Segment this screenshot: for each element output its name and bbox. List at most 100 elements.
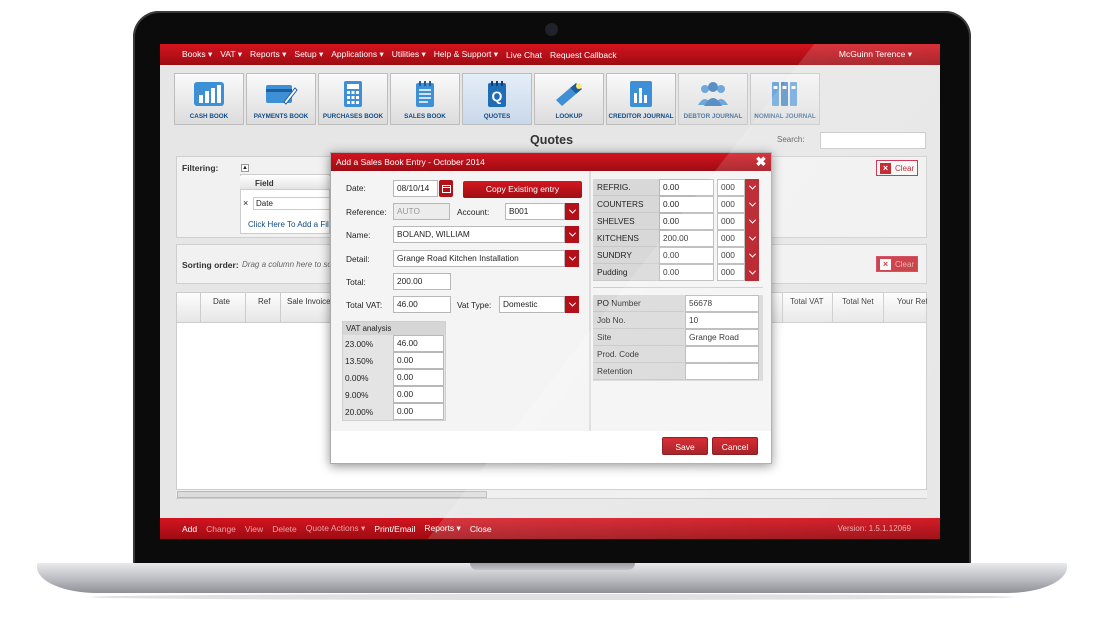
chevron-down-icon[interactable] xyxy=(745,196,759,213)
extra-field-label: Retention xyxy=(593,363,684,380)
menu-vat[interactable]: VAT ▾ xyxy=(220,49,242,60)
vat-rate-input[interactable]: 46.00 xyxy=(393,335,444,352)
chevron-down-icon[interactable] xyxy=(745,264,759,281)
category-code-select[interactable]: 000 xyxy=(717,247,745,264)
chevron-down-icon[interactable] xyxy=(565,250,579,267)
chevron-down-icon[interactable] xyxy=(745,230,759,247)
scrollbar-thumb[interactable] xyxy=(177,491,487,498)
collapse-up-icon[interactable]: ▲ xyxy=(241,164,249,172)
add-filter-link[interactable]: Click Here To Add a Fil xyxy=(248,220,330,229)
category-amount-input[interactable]: 0.00 xyxy=(659,247,714,264)
col-total-vat[interactable]: Total VAT xyxy=(790,297,824,306)
chevron-down-icon[interactable] xyxy=(565,203,579,220)
horizontal-scrollbar[interactable] xyxy=(176,489,927,498)
menu-live-chat[interactable]: Live Chat xyxy=(506,50,542,60)
toolbar-cash-book[interactable]: CASH BOOK xyxy=(174,73,244,125)
dialog-title: Add a Sales Book Entry - October 2014 xyxy=(331,153,771,171)
category-amount-input[interactable]: 0.00 xyxy=(659,264,714,281)
category-code-select[interactable]: 000 xyxy=(717,230,745,247)
menu-applications[interactable]: Applications ▾ xyxy=(331,49,383,60)
category-code-select[interactable]: 000 xyxy=(717,213,745,230)
vat-type-select[interactable]: Domestic xyxy=(499,296,565,313)
vat-rate-input[interactable]: 0.00 xyxy=(393,403,444,420)
chevron-down-icon[interactable] xyxy=(745,213,759,230)
category-code-select[interactable]: 000 xyxy=(717,179,745,196)
col-your-ref[interactable]: Your Ref xyxy=(897,297,927,306)
cancel-button[interactable]: Cancel xyxy=(712,437,758,455)
toolbar-lookup[interactable]: LOOKUP xyxy=(534,73,604,125)
card-pen-icon xyxy=(263,79,299,109)
col-ref[interactable]: Ref xyxy=(258,297,270,306)
action-reports[interactable]: Reports ▾ xyxy=(424,523,460,534)
total-input[interactable]: 200.00 xyxy=(393,273,451,290)
toolbar-sales-book[interactable]: SALES BOOK xyxy=(390,73,460,125)
close-icon[interactable]: ✖ xyxy=(754,155,768,169)
quotes-notepad-icon: Q xyxy=(479,79,515,109)
action-close[interactable]: Close xyxy=(470,524,492,534)
chevron-down-icon[interactable] xyxy=(745,179,759,196)
vat-rate-label: 9.00% xyxy=(345,390,369,400)
retention-input[interactable] xyxy=(685,363,759,380)
chevron-down-icon[interactable] xyxy=(745,247,759,264)
sorting-label: Sorting order: xyxy=(182,260,239,270)
action-print-email[interactable]: Print/Email xyxy=(374,524,415,534)
action-add[interactable]: Add xyxy=(182,524,197,534)
reference-input[interactable]: AUTO xyxy=(393,203,450,220)
category-amount-input[interactable]: 200.00 xyxy=(659,230,714,247)
sorting-clear-button[interactable]: × Clear xyxy=(876,256,918,272)
site-input[interactable]: Grange Road xyxy=(685,329,759,346)
action-delete[interactable]: Delete xyxy=(272,524,297,534)
col-sale-invoice[interactable]: Sale Invoice xyxy=(287,297,331,306)
extra-field-label: Prod. Code xyxy=(593,346,684,363)
toolbar-payments-book[interactable]: PAYMENTS BOOK xyxy=(246,73,316,125)
filter-clear-button[interactable]: × Clear xyxy=(876,160,918,176)
toolbar-quotes[interactable]: Q QUOTES xyxy=(462,73,532,125)
vat-rate-input[interactable]: 0.00 xyxy=(393,369,444,386)
total-vat-input[interactable]: 46.00 xyxy=(393,296,451,313)
remove-filter-icon[interactable]: × xyxy=(243,198,248,208)
action-change[interactable]: Change xyxy=(206,524,236,534)
toolbar-label: QUOTES xyxy=(483,113,511,120)
action-view[interactable]: View xyxy=(245,524,263,534)
chevron-down-icon[interactable] xyxy=(565,296,579,313)
prod-code-input[interactable] xyxy=(685,346,759,363)
menu-books[interactable]: Books ▾ xyxy=(182,49,212,60)
flashlight-icon xyxy=(551,79,587,109)
category-code-select[interactable]: 000 xyxy=(717,264,745,281)
search-input[interactable] xyxy=(820,132,926,149)
account-select[interactable]: B001 xyxy=(505,203,565,220)
action-quote-actions[interactable]: Quote Actions ▾ xyxy=(306,523,366,534)
toolbar-nominal-journal[interactable]: NOMINAL JOURNAL xyxy=(750,73,820,125)
extra-field-label: Site xyxy=(593,329,684,346)
col-total-net[interactable]: Total Net xyxy=(842,297,874,306)
save-button[interactable]: Save xyxy=(662,437,708,455)
toolbar-creditor-journal[interactable]: CREDITOR JOURNAL xyxy=(606,73,676,125)
po-number-input[interactable]: 56678 xyxy=(685,295,759,312)
user-menu[interactable]: McGuinn Terence ▾ xyxy=(839,49,912,60)
menu-setup[interactable]: Setup ▾ xyxy=(294,49,323,60)
job-no-input[interactable]: 10 xyxy=(685,312,759,329)
col-date[interactable]: Date xyxy=(213,297,230,306)
laptop-mockup: Books ▾ VAT ▾ Reports ▾ Setup ▾ Applicat… xyxy=(0,0,1103,620)
category-amount-input[interactable]: 0.00 xyxy=(659,196,714,213)
vat-rate-input[interactable]: 0.00 xyxy=(393,352,444,369)
date-input[interactable]: 08/10/14 xyxy=(393,180,438,197)
toolbar-label: CASH BOOK xyxy=(189,113,229,120)
category-amount-input[interactable]: 0.00 xyxy=(659,179,714,196)
page-title: Quotes xyxy=(530,133,574,147)
toolbar-purchases-book[interactable]: PURCHASES BOOK xyxy=(318,73,388,125)
menu-utilities[interactable]: Utilities ▾ xyxy=(392,49,426,60)
chevron-down-icon[interactable] xyxy=(565,226,579,243)
category-code-select[interactable]: 000 xyxy=(717,196,745,213)
menu-request-callback[interactable]: Request Callback xyxy=(550,50,617,60)
copy-existing-entry-button[interactable]: Copy Existing entry xyxy=(463,181,582,198)
vat-rate-input[interactable]: 0.00 xyxy=(393,386,444,403)
menu-reports[interactable]: Reports ▾ xyxy=(250,49,286,60)
name-select[interactable]: BOLAND, WILLIAM xyxy=(393,226,565,243)
filter-row-field[interactable]: Date xyxy=(253,197,330,210)
menu-help-support[interactable]: Help & Support ▾ xyxy=(434,49,498,60)
detail-select[interactable]: Grange Road Kitchen Installation xyxy=(393,250,565,267)
calendar-icon[interactable] xyxy=(439,180,453,197)
category-amount-input[interactable]: 0.00 xyxy=(659,213,714,230)
toolbar-debtor-journal[interactable]: DEBTOR JOURNAL xyxy=(678,73,748,125)
